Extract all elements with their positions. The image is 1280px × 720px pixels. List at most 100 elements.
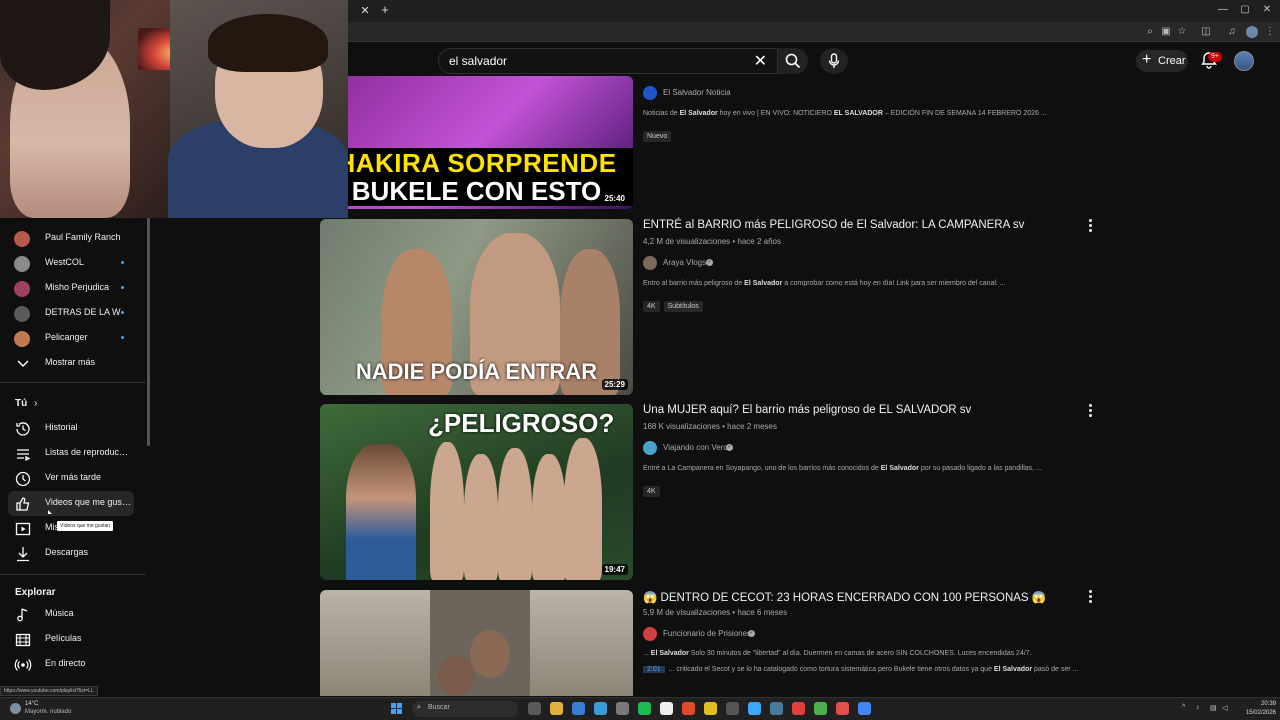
sidebar-item-liked-videos[interactable]: Videos que me gustan [8, 491, 134, 516]
volume-icon[interactable]: ◁ [1222, 704, 1227, 712]
voice-search-button[interactable] [820, 48, 848, 74]
taskbar-app-icon[interactable] [660, 702, 673, 715]
install-app-icon[interactable]: ▣ [1160, 26, 1172, 37]
subscription-item[interactable]: Paul Family Ranch [0, 226, 146, 251]
sidebar-item-label: Películas [45, 633, 82, 643]
more-actions-icon[interactable] [1085, 590, 1095, 604]
subscription-item[interactable]: Misho Perjudica [0, 276, 146, 301]
video-title[interactable]: Una MUJER aquí? El barrio más peligroso … [643, 404, 971, 416]
video-thumbnail[interactable]: HAKIRA SORPRENDE BUKELE CON ESTO 25:40 [320, 76, 633, 209]
channel-name: El Salvador Noticia [663, 88, 731, 97]
chapter-timestamp[interactable]: 2:01 [643, 666, 665, 673]
video-thumbnail[interactable] [320, 590, 633, 696]
video-thumbnail[interactable]: ¿PELIGROSO? 19:47 [320, 404, 633, 580]
taskbar-search-label: Buscar [428, 704, 450, 711]
search-button[interactable] [778, 48, 808, 74]
maximize-icon[interactable]: ▢ [1238, 4, 1252, 15]
browser-menu-icon[interactable]: ⋮ [1264, 26, 1276, 37]
weather-widget[interactable]: 14°C Mayorm. nublado [8, 701, 78, 719]
video-result[interactable]: ¿PELIGROSO? 19:47 Una MUJER aquí? El bar… [320, 404, 1110, 580]
taskbar-app-icon[interactable] [792, 702, 805, 715]
minimize-icon[interactable]: — [1216, 4, 1230, 15]
video-meta: 5,9 M de visualizaciones • hace 6 meses [643, 608, 788, 617]
taskbar-app-icon[interactable] [836, 702, 849, 715]
clock[interactable]: 20:39 15/02/2026 [1232, 700, 1276, 718]
thumbnail-text: HAKIRA SORPRENDE [336, 148, 617, 178]
microphone-icon[interactable]: ♪ [1196, 704, 1200, 711]
video-thumbnail[interactable]: NADIE PODÍA ENTRAR 25:29 [320, 219, 633, 395]
sidebar-item-playlists[interactable]: Listas de reproducción [0, 441, 146, 466]
video-title[interactable]: 😱 DENTRO DE CECOT: 23 HORAS ENCERRADO CO… [643, 590, 1046, 604]
new-content-dot [121, 261, 124, 264]
live-broadcast-icon [14, 659, 32, 671]
taskbar-app-icon[interactable] [704, 702, 717, 715]
taskbar-app-icon[interactable] [638, 702, 651, 715]
sidebar-item-label: Ver más tarde [45, 472, 102, 482]
close-tab-icon[interactable]: ✕ [358, 4, 372, 18]
taskbar-app-icon[interactable] [682, 702, 695, 715]
taskbar-app-icon[interactable] [572, 702, 585, 715]
channel-avatar [643, 627, 657, 641]
sidebar-item-label: Descargas [45, 547, 89, 557]
account-avatar[interactable] [1234, 51, 1254, 71]
video-badges: Nuevo [643, 125, 675, 142]
taskbar-search[interactable]: ⌕ Buscar [412, 701, 518, 717]
thumbnail-figure [564, 438, 602, 580]
thumbnail-figure [346, 444, 416, 580]
video-title[interactable]: ENTRÉ al BARRIO más PELIGROSO de El Salv… [643, 219, 1024, 231]
subscription-item[interactable]: WestCOL [0, 251, 146, 276]
chevron-down-icon [17, 360, 29, 368]
network-icon[interactable]: ▤ [1210, 704, 1217, 712]
taskbar-app-icon[interactable] [594, 702, 607, 715]
sidebar-scrollbar[interactable] [147, 218, 150, 446]
taskbar-app-icon[interactable] [748, 702, 761, 715]
search-input[interactable]: el salvador ✕ [438, 48, 778, 74]
taskbar-app-icon[interactable] [814, 702, 827, 715]
thumbnail-figure [470, 630, 510, 678]
video-badge: Subtítulos [663, 301, 703, 312]
subscription-name: WestCOL [45, 257, 84, 267]
subscription-item[interactable]: DETRAS DE LA W [0, 301, 146, 326]
chevron-up-icon[interactable]: ^ [1182, 704, 1185, 711]
video-description: ... El Salvador Solo 30 minutos de "libe… [643, 650, 1032, 657]
subscription-name: Paul Family Ranch [45, 232, 121, 242]
create-button[interactable]: + Crear [1136, 50, 1188, 72]
video-result[interactable]: 😱 DENTRO DE CECOT: 23 HORAS ENCERRADO CO… [320, 590, 1110, 696]
zoom-icon[interactable]: ⌕ [1144, 26, 1156, 37]
you-section-header[interactable]: Tú › [15, 398, 37, 409]
taskbar-app-icon[interactable] [858, 702, 871, 715]
media-icon[interactable]: ♫ [1226, 26, 1238, 37]
sidebar-item-historial[interactable]: Historial [0, 416, 146, 441]
taskbar-app-icon[interactable] [726, 702, 739, 715]
more-actions-icon[interactable] [1085, 404, 1095, 418]
bookmark-star-icon[interactable]: ☆ [1176, 26, 1188, 37]
close-window-icon[interactable]: ✕ [1260, 4, 1274, 15]
channel-avatar [14, 231, 30, 247]
film-icon [15, 633, 31, 647]
more-actions-icon[interactable] [1085, 219, 1095, 233]
subscription-name: DETRAS DE LA W [45, 307, 121, 317]
taskbar-app-icon[interactable] [528, 702, 541, 715]
browser-profile-avatar[interactable] [1246, 26, 1258, 38]
sidebar-item-movies[interactable]: Películas [0, 627, 146, 652]
video-result[interactable]: NADIE PODÍA ENTRAR 25:29 ENTRÉ al BARRIO… [320, 219, 1110, 395]
start-button[interactable] [391, 703, 403, 715]
mouse-cursor-icon [48, 510, 52, 514]
sidebar-item-downloads[interactable]: Descargas [0, 541, 146, 566]
highlight-text: El Salvador [880, 465, 919, 472]
subscription-name: Misho Perjudica [45, 282, 110, 292]
new-tab-icon[interactable]: + [378, 2, 392, 18]
taskbar-app-icon[interactable] [616, 702, 629, 715]
video-result[interactable]: HAKIRA SORPRENDE BUKELE CON ESTO 25:40 E… [320, 76, 1110, 209]
sidebar-item-watch-later[interactable]: Ver más tarde [0, 466, 146, 491]
subscription-item[interactable]: Pelicanger [0, 326, 146, 351]
clear-search-icon[interactable]: ✕ [754, 51, 767, 71]
webcam-person-hair [208, 14, 328, 72]
sidebar-item-live[interactable]: En directo [0, 652, 146, 677]
tooltip: Vídeos que me gustan [57, 521, 114, 531]
taskbar-app-icon[interactable] [770, 702, 783, 715]
extensions-icon[interactable]: ◫ [1200, 26, 1212, 37]
show-more-button[interactable]: Mostrar más [0, 351, 146, 376]
sidebar-item-music[interactable]: Música [0, 602, 146, 627]
taskbar-app-icon[interactable] [550, 702, 563, 715]
